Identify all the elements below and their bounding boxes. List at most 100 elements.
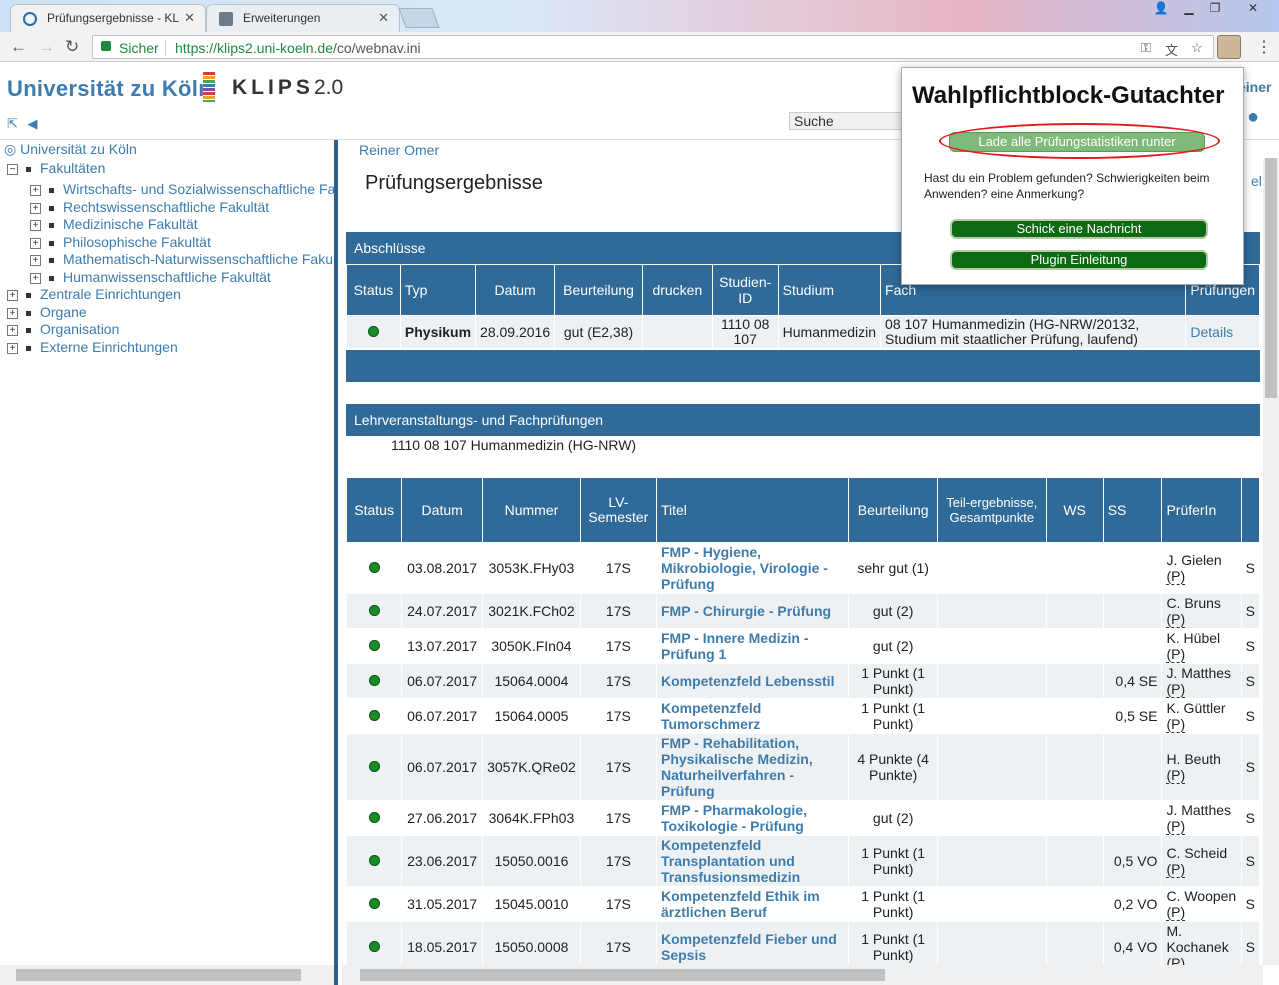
collapse-icon[interactable]: − bbox=[7, 163, 18, 175]
tree-item-faculty[interactable]: + Philosophische Fakultät bbox=[30, 234, 211, 250]
column-header bbox=[1240, 477, 1261, 543]
tree-item-faculty[interactable]: + Humanwissenschaftliche Fakultät bbox=[30, 269, 271, 285]
course-title-link[interactable]: FMP - Rehabilitation, Physikalische Medi… bbox=[655, 733, 850, 801]
reload-icon[interactable]: ↻ bbox=[65, 37, 79, 57]
expand-icon[interactable]: + bbox=[30, 237, 41, 249]
expand-icon[interactable]: + bbox=[7, 289, 18, 301]
minimize-icon[interactable]: ▁ bbox=[1176, 0, 1202, 18]
course-title-link[interactable]: Kompetenzfeld Ethik im ärztlichen Beruf bbox=[655, 886, 850, 922]
expand-icon[interactable]: + bbox=[30, 219, 41, 231]
page-title: Prüfungsergebnisse bbox=[365, 172, 543, 194]
table-row: 06.07.2017 15064.0005 17S Kompetenzfeld Tum… bbox=[345, 698, 1261, 734]
pruefer-name: C. Woopen bbox=[1166, 888, 1237, 904]
tab-erweiterungen[interactable]: Erweiterungen ✕ bbox=[206, 4, 400, 32]
pruefer-role[interactable]: (P) bbox=[1166, 611, 1186, 628]
popup-question: Hast du ein Problem gefunden? Schwierigk… bbox=[924, 171, 1210, 201]
course-title-link[interactable]: Kompetenzfeld Lebensstil bbox=[655, 663, 850, 699]
ws-cell bbox=[1045, 628, 1104, 664]
extension-icon[interactable] bbox=[1217, 35, 1241, 59]
menu-icon[interactable]: ⋮ bbox=[1256, 37, 1272, 57]
scrollbar-thumb[interactable] bbox=[1265, 158, 1277, 398]
external-link-icon[interactable]: ⇱ bbox=[7, 116, 18, 131]
bullet-icon bbox=[26, 327, 31, 333]
course-title-link[interactable]: Kompetenzfeld Tumorschmerz bbox=[655, 698, 850, 734]
pruefer-role[interactable]: (P) bbox=[1166, 716, 1186, 733]
details-link[interactable]: Details bbox=[1185, 315, 1260, 349]
new-tab-button[interactable] bbox=[398, 8, 440, 28]
datum-cell: 23.06.2017 bbox=[401, 835, 484, 887]
address-bar[interactable]: Sicher https://klips2.uni-koeln.de/co/we… bbox=[92, 35, 1214, 59]
pruefer-role[interactable]: (P) bbox=[1166, 681, 1186, 698]
drucken-cell[interactable] bbox=[641, 315, 713, 349]
tree-item-faculty[interactable]: + Mathematisch-Naturwissenschaftliche Fak… bbox=[30, 251, 333, 267]
pruefer-role[interactable]: (P) bbox=[1166, 904, 1186, 921]
pruefer-role[interactable]: (P) bbox=[1166, 861, 1186, 878]
back-circle-icon[interactable]: ◀ bbox=[28, 116, 38, 131]
expand-icon[interactable]: + bbox=[30, 272, 41, 284]
tree-root[interactable]: ◎ Universität zu Köln bbox=[4, 141, 137, 158]
close-icon[interactable]: ✕ bbox=[184, 10, 195, 26]
tree-item-faculty[interactable]: + Rechtswissenschaftliche Fakultät bbox=[30, 199, 269, 215]
lock-icon bbox=[101, 41, 111, 51]
klips-logo-text[interactable]: KLIPS bbox=[232, 76, 314, 100]
plugin-guide-button[interactable]: Plugin Einleitung bbox=[950, 250, 1208, 270]
globe-icon: ◎ bbox=[4, 141, 17, 157]
beurteilung-cell: gut (2) bbox=[848, 593, 939, 629]
expand-icon[interactable]: + bbox=[30, 202, 41, 214]
forward-icon[interactable]: → bbox=[38, 37, 55, 57]
pruefer-name: C. Scheid bbox=[1166, 845, 1228, 861]
vertical-scrollbar[interactable] bbox=[1263, 158, 1279, 965]
university-logo-text[interactable]: Universität zu Köln bbox=[7, 76, 212, 102]
tree-item-zentrale[interactable]: + Zentrale Einrichtungen bbox=[7, 286, 181, 302]
expand-icon[interactable]: + bbox=[30, 254, 41, 266]
restore-icon[interactable]: ❐ bbox=[1202, 0, 1228, 18]
extra-cell: S bbox=[1240, 698, 1261, 734]
course-title-link[interactable]: FMP - Pharmakologie, Toxikologie - Prüfu… bbox=[655, 800, 850, 836]
extra-cell: S bbox=[1240, 593, 1261, 629]
tree-item-faculty[interactable]: + Wirtschafts- und Sozialwissenschaftlich… bbox=[30, 181, 335, 197]
datum-cell: 06.07.2017 bbox=[401, 698, 484, 734]
user-icon[interactable]: ● bbox=[1247, 106, 1259, 129]
tree-item-organe[interactable]: + Organe bbox=[7, 304, 87, 320]
star-icon[interactable]: ☆ bbox=[1191, 40, 1203, 56]
horizontal-scrollbar[interactable] bbox=[342, 965, 1263, 985]
tree-item-fakultaeten[interactable]: − Fakultäten bbox=[7, 160, 105, 176]
window-close-icon[interactable]: ✕ bbox=[1240, 0, 1266, 18]
back-icon[interactable]: ← bbox=[10, 37, 27, 57]
pruefer-role[interactable]: (P) bbox=[1166, 818, 1186, 835]
expand-icon[interactable]: + bbox=[30, 184, 41, 196]
profile-icon[interactable]: 👤 bbox=[1148, 0, 1174, 18]
sidebar-horizontal-scrollbar[interactable] bbox=[0, 965, 334, 985]
column-header: PrüferIn bbox=[1161, 477, 1242, 543]
tree-item-organisation[interactable]: + Organisation bbox=[7, 321, 119, 337]
nummer-cell: 3057K.QRe02 bbox=[482, 733, 581, 801]
scrollbar-thumb[interactable] bbox=[16, 969, 301, 981]
globe-icon bbox=[23, 12, 37, 26]
tree-item-faculty[interactable]: + Medizinische Fakultät bbox=[30, 216, 198, 232]
scrollbar-thumb[interactable] bbox=[360, 969, 885, 981]
tab-pruefungsergebnisse[interactable]: Prüfungsergebnisse - KL ✕ bbox=[10, 4, 206, 32]
klips-logo-bars bbox=[203, 72, 215, 102]
course-title-link[interactable]: FMP - Hygiene, Mikrobiologie, Virologie … bbox=[655, 542, 850, 594]
expand-icon[interactable]: + bbox=[7, 307, 18, 319]
send-message-button[interactable]: Schick eine Nachricht bbox=[950, 219, 1208, 239]
column-header: Status bbox=[345, 477, 403, 543]
expand-icon[interactable]: + bbox=[7, 342, 18, 354]
close-icon[interactable]: ✕ bbox=[378, 10, 389, 26]
course-title-link[interactable]: Kompetenzfeld Transplantation und Transf… bbox=[655, 835, 850, 887]
partial-link[interactable]: el bbox=[1251, 173, 1262, 189]
puzzle-icon bbox=[219, 12, 233, 26]
course-title-link[interactable]: FMP - Innere Medizin - Prüfung 1 bbox=[655, 628, 850, 664]
search-input[interactable]: Suche bbox=[789, 112, 909, 130]
pruefer-role[interactable]: (P) bbox=[1166, 646, 1186, 663]
pruefer-role[interactable]: (P) bbox=[1166, 568, 1186, 585]
datum-cell: 06.07.2017 bbox=[401, 733, 484, 801]
pruefer-role[interactable]: (P) bbox=[1166, 767, 1186, 784]
ss-cell bbox=[1102, 733, 1163, 801]
tree-item-externe[interactable]: + Externe Einrichtungen bbox=[7, 339, 178, 355]
breadcrumb[interactable]: Reiner Omer bbox=[359, 142, 439, 158]
translate-icon[interactable]: 文 bbox=[1165, 40, 1178, 59]
expand-icon[interactable]: + bbox=[7, 324, 18, 336]
course-title-link[interactable]: FMP - Chirurgie - Prüfung bbox=[655, 593, 850, 629]
key-icon[interactable]: ⚿ bbox=[1141, 40, 1151, 56]
